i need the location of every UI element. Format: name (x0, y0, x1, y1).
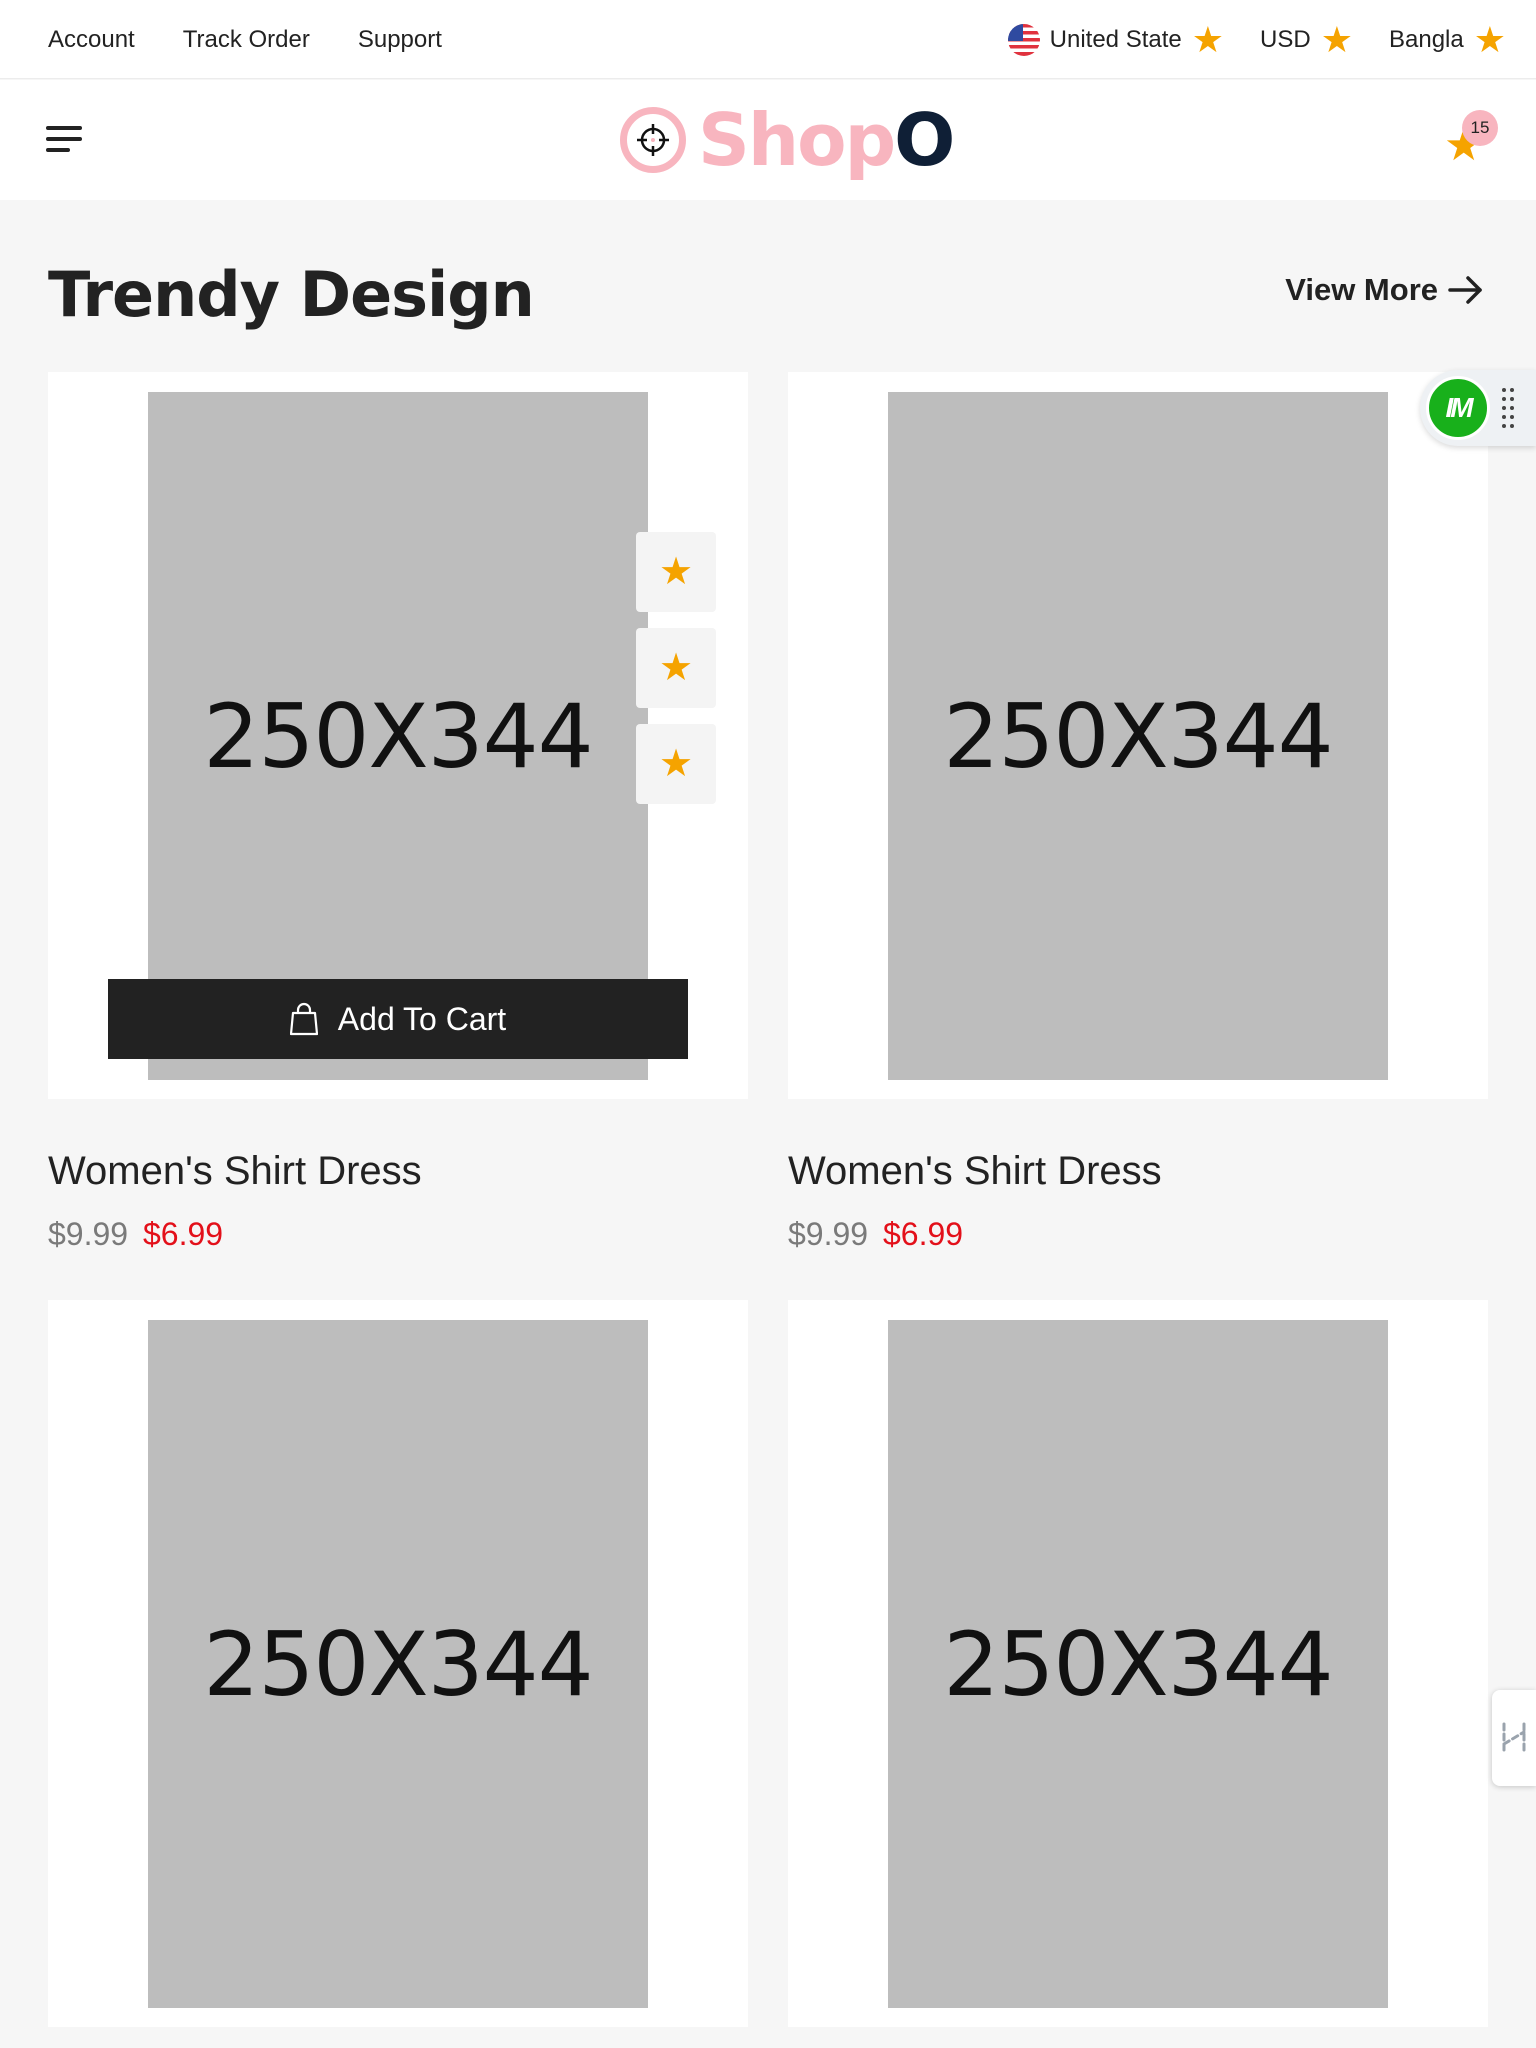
country-selector[interactable]: United State ★ (1007, 18, 1225, 60)
product-price: $9.99 $6.99 (788, 1216, 1488, 1253)
cart-button[interactable]: ★ 15 (1438, 110, 1498, 170)
account-link[interactable]: Account (48, 26, 135, 54)
product-image-frame: 250X344 (48, 1300, 748, 2027)
product-name[interactable]: Women's Shirt Dress (788, 1149, 1488, 1194)
support-link[interactable]: Support (358, 26, 442, 54)
top-bar: Account Track Order Support United State… (0, 0, 1536, 79)
product-image[interactable]: 250X344 (148, 1320, 648, 2008)
star-icon: ★ (658, 551, 694, 593)
star-icon: ★ (1473, 18, 1506, 60)
sale-price: $6.99 (142, 1216, 224, 1252)
wishlist-button[interactable]: ★ (636, 628, 716, 708)
language-selector[interactable]: Bangla ★ (1388, 18, 1506, 60)
logo[interactable]: ShopO (620, 98, 955, 182)
helper-logo-icon (1502, 1722, 1526, 1754)
product-card[interactable]: 250X344 (48, 1300, 748, 2027)
product-card[interactable]: 250X344 ★ ★ ★ Add To Cart Women's Shirt … (48, 372, 748, 1253)
product-image-frame: 250X344 (788, 1300, 1488, 2027)
product-image[interactable]: 250X344 (888, 1320, 1388, 2008)
star-icon: ★ (658, 743, 694, 785)
currency-label: USD (1260, 25, 1311, 53)
product-image[interactable]: 250X344 (148, 392, 648, 1080)
top-links: Account Track Order Support (48, 0, 442, 79)
drag-handle-icon[interactable] (1502, 388, 1518, 428)
old-price: $9.99 (48, 1216, 129, 1252)
product-image[interactable]: 250X344 (888, 392, 1388, 1080)
add-to-cart-label: Add To Cart (337, 1000, 507, 1037)
product-image-frame: 250X344 ★ ★ ★ Add To Cart (48, 372, 748, 1099)
view-more-link[interactable]: View More (1285, 272, 1484, 308)
menu-icon[interactable] (46, 124, 84, 156)
view-more-label: View More (1285, 272, 1438, 307)
section-title: Trendy Design (48, 258, 535, 331)
logo-text: ShopO (698, 98, 955, 182)
quick-view-button[interactable]: ★ (636, 532, 716, 612)
main-header: ShopO ★ 15 (0, 80, 1536, 200)
arrow-right-icon (1448, 276, 1482, 304)
add-to-cart-button[interactable]: Add To Cart (108, 979, 688, 1059)
product-name[interactable]: Women's Shirt Dress (48, 1149, 748, 1194)
sale-price: $6.99 (882, 1216, 964, 1252)
us-flag-icon (1007, 23, 1040, 56)
star-icon: ★ (1320, 18, 1353, 60)
star-icon: ★ (658, 647, 694, 689)
old-price: $9.99 (788, 1216, 869, 1252)
shopping-bag-icon (289, 1002, 318, 1036)
product-card[interactable]: 250X344 (788, 1300, 1488, 2027)
language-label: Bangla (1388, 25, 1464, 53)
cart-count-badge: 15 (1462, 110, 1498, 146)
crosshair-icon (620, 107, 686, 173)
currency-selector[interactable]: USD ★ (1260, 18, 1353, 60)
star-icon: ★ (1191, 18, 1225, 60)
track-order-link[interactable]: Track Order (183, 26, 310, 54)
product-image-frame: 250X344 (788, 372, 1488, 1099)
product-price: $9.99 $6.99 (48, 1216, 748, 1253)
compare-button[interactable]: ★ (636, 724, 716, 804)
im-chat-widget[interactable]: IM (1420, 370, 1536, 446)
product-card[interactable]: 250X344 Women's Shirt Dress $9.99 $6.99 (788, 372, 1488, 1253)
top-selectors: United State ★ USD ★ Bangla ★ (1007, 0, 1506, 79)
im-logo-icon[interactable]: IM (1426, 376, 1490, 440)
side-helper-tab[interactable] (1492, 1690, 1536, 1786)
country-label: United State (1049, 25, 1182, 53)
